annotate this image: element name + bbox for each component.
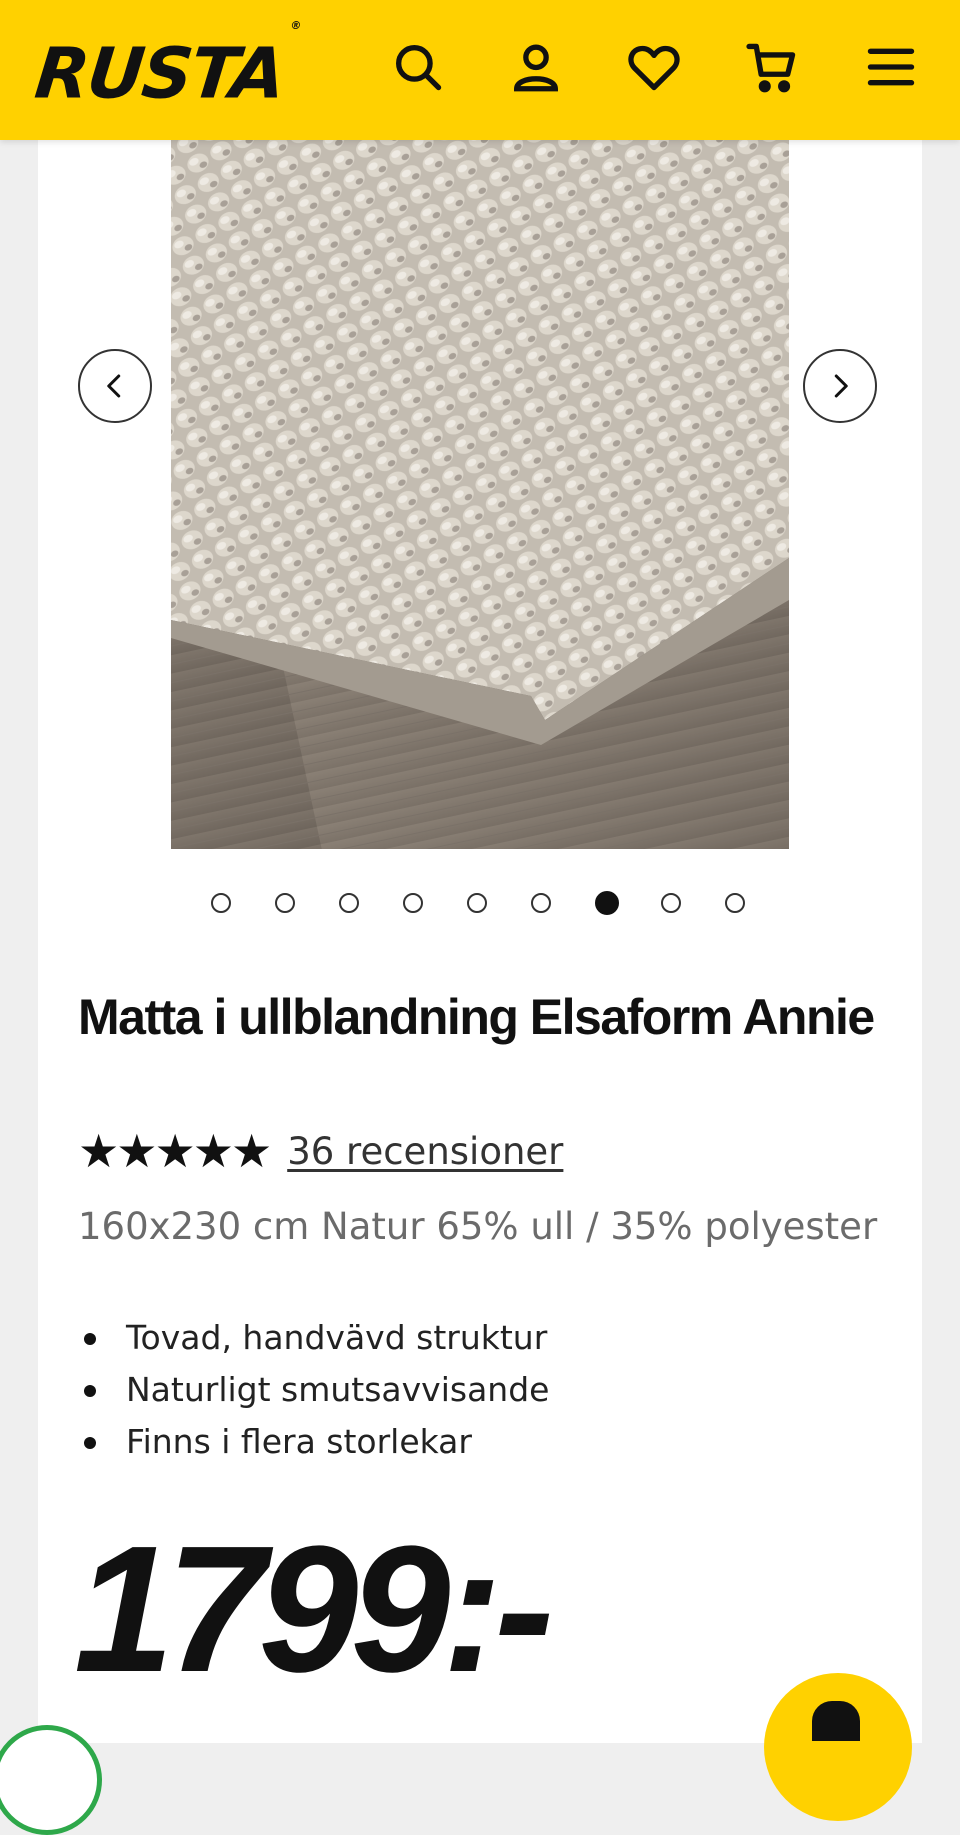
account-icon — [514, 44, 558, 92]
cart-button[interactable] — [739, 34, 805, 100]
logo-text: RUSTA — [31, 32, 288, 115]
pagination-dot[interactable] — [661, 893, 681, 913]
image-pagination — [38, 890, 922, 920]
chevron-left-icon — [107, 374, 121, 398]
product-image[interactable] — [171, 140, 789, 849]
heart-icon — [628, 45, 680, 91]
price: 1799:- — [74, 1509, 554, 1710]
feature-item: Naturligt smutsavvisande — [78, 1364, 549, 1416]
feature-item: Tovad, handvävd struktur — [78, 1312, 549, 1364]
pagination-dot[interactable] — [531, 893, 551, 913]
pagination-dot[interactable] — [725, 893, 745, 913]
chevron-right-icon — [834, 374, 848, 398]
pagination-dot[interactable] — [467, 893, 487, 913]
search-icon — [396, 45, 442, 91]
wishlist-button[interactable] — [621, 34, 687, 100]
rating-row: ★★★★★ 36 recensioner — [78, 1125, 563, 1177]
feature-item: Finns i flera storlekar — [78, 1416, 549, 1468]
trust-badge[interactable] — [0, 1725, 102, 1835]
previous-image-button[interactable] — [78, 349, 152, 423]
reviews-link[interactable]: 36 recensioner — [287, 1130, 563, 1173]
product-variant: 160x230 cm Natur 65% ull / 35% polyester — [78, 1205, 878, 1248]
search-button[interactable] — [385, 34, 451, 100]
cart-icon — [746, 43, 796, 93]
account-button[interactable] — [503, 34, 569, 100]
product-title: Matta i ullblandning Elsaform Annie — [78, 989, 875, 1045]
pagination-dot[interactable] — [211, 893, 231, 913]
star-rating: ★★★★★ — [78, 1124, 272, 1178]
pagination-dot[interactable] — [339, 893, 359, 913]
product-card: Matta i ullblandning Elsaform Annie ★★★★… — [38, 140, 922, 1743]
menu-button[interactable] — [858, 34, 924, 100]
menu-icon — [867, 48, 915, 86]
site-header: RUSTA® — [0, 0, 960, 140]
feature-list: Tovad, handvävd struktur Naturligt smuts… — [78, 1312, 549, 1468]
pagination-dot-active[interactable] — [595, 891, 619, 915]
registered-mark: ® — [289, 19, 301, 32]
chat-button[interactable] — [764, 1673, 912, 1821]
next-image-button[interactable] — [803, 349, 877, 423]
pagination-dot[interactable] — [275, 893, 295, 913]
rusta-logo[interactable]: RUSTA® — [31, 19, 300, 114]
pagination-dot[interactable] — [403, 893, 423, 913]
